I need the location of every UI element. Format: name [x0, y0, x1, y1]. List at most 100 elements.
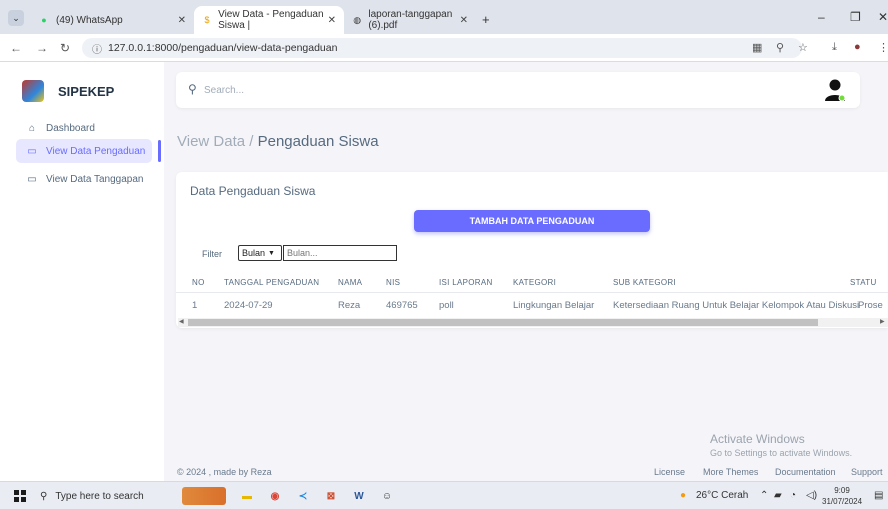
search-icon: ⚲ — [188, 82, 197, 96]
column-header-isi-laporan: ISI LAPORAN — [439, 278, 493, 287]
word-icon[interactable]: W — [350, 487, 368, 505]
cell-kategori: Lingkungan Belajar — [513, 300, 595, 311]
network-icon[interactable]: ▰ — [774, 490, 782, 501]
globe-icon: ◍ — [353, 14, 362, 25]
tab-close-icon[interactable]: ✕ — [328, 15, 336, 26]
tab-title: View Data - Pengaduan Siswa | — [218, 9, 324, 31]
filter-select[interactable]: Bulan ▼ — [238, 245, 282, 261]
bookmark-star-icon[interactable]: ☆ — [798, 41, 808, 54]
scrollbar-thumb[interactable] — [188, 319, 818, 326]
tab-title: laporan-tanggapan (6).pdf — [368, 9, 453, 31]
cell-isi-laporan: poll — [439, 300, 454, 311]
tray-icon: ▭ — [27, 145, 37, 157]
sidebar-item-label: Dashboard — [46, 122, 95, 134]
footer-link-support[interactable]: Support — [851, 467, 883, 477]
weather-text[interactable]: 26°C Cerah — [696, 490, 748, 501]
chrome-icon[interactable]: ◉ — [266, 487, 284, 505]
tray-chevron-icon[interactable]: ⌃ — [760, 490, 768, 501]
taskbar-image-icon[interactable] — [182, 487, 226, 505]
column-header-status: STATU — [850, 278, 877, 287]
windows-start-icon[interactable] — [14, 490, 26, 502]
watermark-line1: Activate Windows — [710, 432, 805, 446]
home-icon: ⌂ — [28, 122, 36, 134]
tab-search-chevron-icon[interactable]: ⌄ — [8, 10, 24, 26]
download-icon[interactable]: ⤓ — [832, 41, 837, 54]
footer-link-more-themes[interactable]: More Themes — [703, 467, 758, 477]
sidebar-item-label: View Data Pengaduan — [46, 145, 146, 157]
column-header-nama: NAMA — [338, 278, 363, 287]
volume-icon[interactable]: ◁) — [806, 490, 817, 501]
sidebar-item-label: View Data Tanggapan — [46, 173, 144, 185]
vscode-icon[interactable]: ≺ — [294, 487, 312, 505]
reload-icon[interactable]: ↻ — [60, 41, 70, 55]
tab-pdf[interactable]: ◍ laporan-tanggapan (6).pdf ✕ — [344, 6, 476, 34]
filter-select-value: Bulan — [242, 248, 266, 258]
site-info-icon[interactable]: ⓘ — [92, 41, 102, 56]
sidebar: SIPEKEP ⌂ Dashboard ▭ View Data Pengadua… — [0, 62, 164, 481]
new-tab-plus-icon[interactable]: + — [482, 12, 490, 27]
filter-label: Filter — [202, 249, 222, 259]
column-header-nis: NIS — [386, 278, 401, 287]
sidebar-item-dashboard[interactable]: ⌂ Dashboard — [16, 116, 152, 140]
profile-avatar-icon[interactable]: ● — [854, 41, 861, 53]
back-arrow-icon[interactable]: ← — [10, 41, 22, 55]
browser-tab-bar: ⌄ ● (49) WhatsApp ✕ $ View Data - Pengad… — [0, 0, 888, 34]
sidebar-item-view-data-pengaduan[interactable]: ▭ View Data Pengaduan — [16, 139, 152, 163]
activate-windows-watermark: Activate Windows Go to Settings to activ… — [710, 432, 852, 458]
tray-icon: ▭ — [27, 173, 37, 185]
search-icon: ⚲ — [40, 490, 48, 502]
minimize-icon[interactable]: – — [818, 10, 825, 24]
active-indicator — [158, 140, 161, 162]
browser-address-bar: ← → ↻ ⓘ 127.0.0.1:8000/pengaduan/view-da… — [0, 34, 888, 62]
watermark-line2: Go to Settings to activate Windows. — [710, 448, 853, 458]
filter-input[interactable] — [283, 245, 397, 261]
close-window-icon[interactable]: ✕ — [878, 10, 888, 24]
browser-menu-icon[interactable]: ⋮ — [878, 41, 888, 54]
school-logo-icon — [22, 80, 44, 102]
windows-taskbar: ⚲ ▬ ◉ ≺ ⊠ W ☺ ● 26°C Cerah ⌃ ▰ ◔ ◁) 9:09… — [0, 481, 888, 509]
brand[interactable]: SIPEKEP — [22, 80, 114, 102]
wifi-icon[interactable]: ◔ — [790, 490, 796, 501]
zoom-icon[interactable]: ⚲ — [776, 41, 784, 54]
file-explorer-icon[interactable]: ▬ — [238, 487, 256, 505]
cell-no: 1 — [192, 300, 198, 311]
cell-nama: Reza — [338, 300, 361, 311]
tab-view-data[interactable]: $ View Data - Pengaduan Siswa | ✕ — [194, 6, 344, 34]
cell-tanggal: 2024-07-29 — [224, 300, 273, 311]
weather-icon: ● — [680, 490, 687, 501]
xampp-icon[interactable]: ⊠ — [322, 487, 340, 505]
breadcrumb-current: Pengaduan Siswa — [257, 133, 379, 150]
card-title: Data Pengaduan Siswa — [190, 184, 316, 198]
cell-status: Prose — [858, 300, 883, 311]
scroll-right-arrow-icon[interactable]: ▶ — [880, 318, 885, 325]
url-bar[interactable]: ⓘ 127.0.0.1:8000/pengaduan/view-data-pen… — [82, 38, 802, 58]
chevron-down-icon: ▼ — [268, 249, 275, 257]
scroll-left-arrow-icon[interactable]: ◀ — [179, 318, 184, 325]
tab-close-icon[interactable]: ✕ — [460, 15, 468, 26]
restore-icon[interactable]: ❐ — [850, 10, 861, 24]
table-horizontal-scrollbar[interactable]: ◀ ▶ — [178, 318, 888, 327]
system-clock[interactable]: 9:09 31/07/2024 — [822, 485, 862, 507]
tab-title: (49) WhatsApp — [56, 14, 123, 26]
taskbar-search-input[interactable] — [55, 490, 156, 502]
page-title: View Data / Pengaduan Siswa — [177, 133, 379, 150]
tab-whatsapp[interactable]: ● (49) WhatsApp ✕ — [30, 6, 194, 34]
taskbar-search[interactable]: ⚲ — [40, 485, 170, 507]
add-pengaduan-button[interactable]: TAMBAH DATA PENGADUAN — [414, 210, 650, 232]
search-input[interactable] — [204, 80, 504, 100]
clock-date: 31/07/2024 — [822, 497, 863, 506]
notification-icon[interactable]: ▤ — [874, 490, 883, 501]
column-header-sub-kategori: SUB KATEGORI — [613, 278, 677, 287]
column-header-kategori: KATEGORI — [513, 278, 557, 287]
forward-arrow-icon[interactable]: → — [36, 41, 48, 55]
cell-nis: 469765 — [386, 300, 418, 311]
footer-link-license[interactable]: License — [654, 467, 685, 477]
user-avatar-icon[interactable] — [824, 78, 846, 102]
tab-close-icon[interactable]: ✕ — [178, 15, 186, 26]
footer-copyright: © 2024 , made by Reza — [177, 467, 272, 477]
pengaduan-card: Data Pengaduan Siswa TAMBAH DATA PENGADU… — [176, 172, 888, 328]
footer-link-documentation[interactable]: Documentation — [775, 467, 836, 477]
feedback-icon[interactable]: ☺ — [378, 487, 396, 505]
sidebar-item-view-data-tanggapan[interactable]: ▭ View Data Tanggapan — [16, 167, 152, 191]
translate-icon[interactable]: ▦ — [752, 41, 762, 54]
